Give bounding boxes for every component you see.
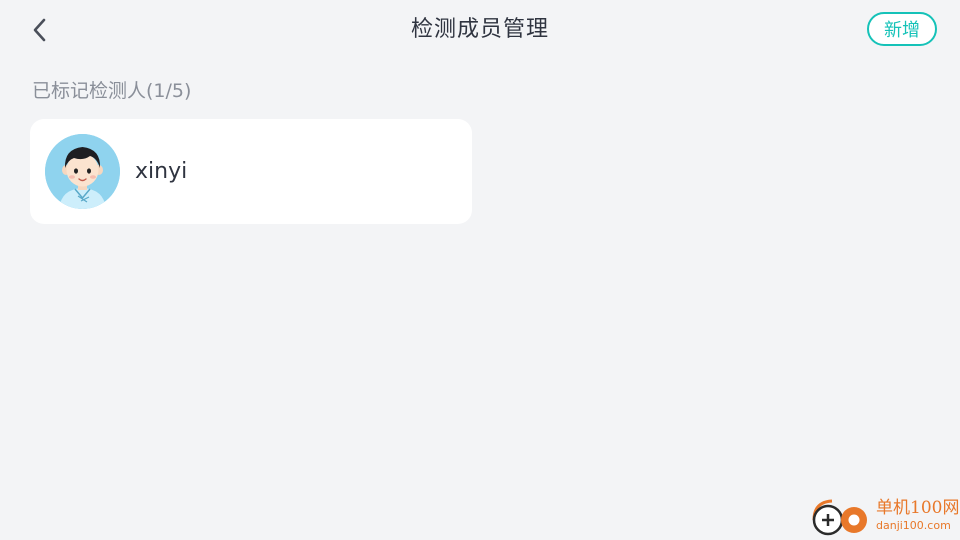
marked-members-label: 已标记检测人(1/5) xyxy=(32,80,192,102)
member-card[interactable]: xinyi xyxy=(30,119,472,224)
page-title: 检测成员管理 xyxy=(410,17,549,42)
watermark-title: 单机100网 xyxy=(876,498,960,518)
danji-logo-icon xyxy=(812,499,867,536)
member-name: xinyi xyxy=(135,159,188,184)
member-management-screen: 检测成员管理 新增 已标记检测人(1/5) xinyi 单机100网 danji… xyxy=(0,0,960,540)
watermark: 单机100网 danji100.com xyxy=(808,496,960,540)
add-member-button[interactable]: 新增 xyxy=(867,12,937,46)
header-bar: 检测成员管理 新增 xyxy=(0,0,960,60)
watermark-domain: danji100.com xyxy=(876,519,951,532)
back-button[interactable] xyxy=(24,14,56,46)
avatar xyxy=(45,134,120,209)
chevron-left-icon xyxy=(33,18,46,42)
boy-avatar-icon xyxy=(45,134,120,209)
